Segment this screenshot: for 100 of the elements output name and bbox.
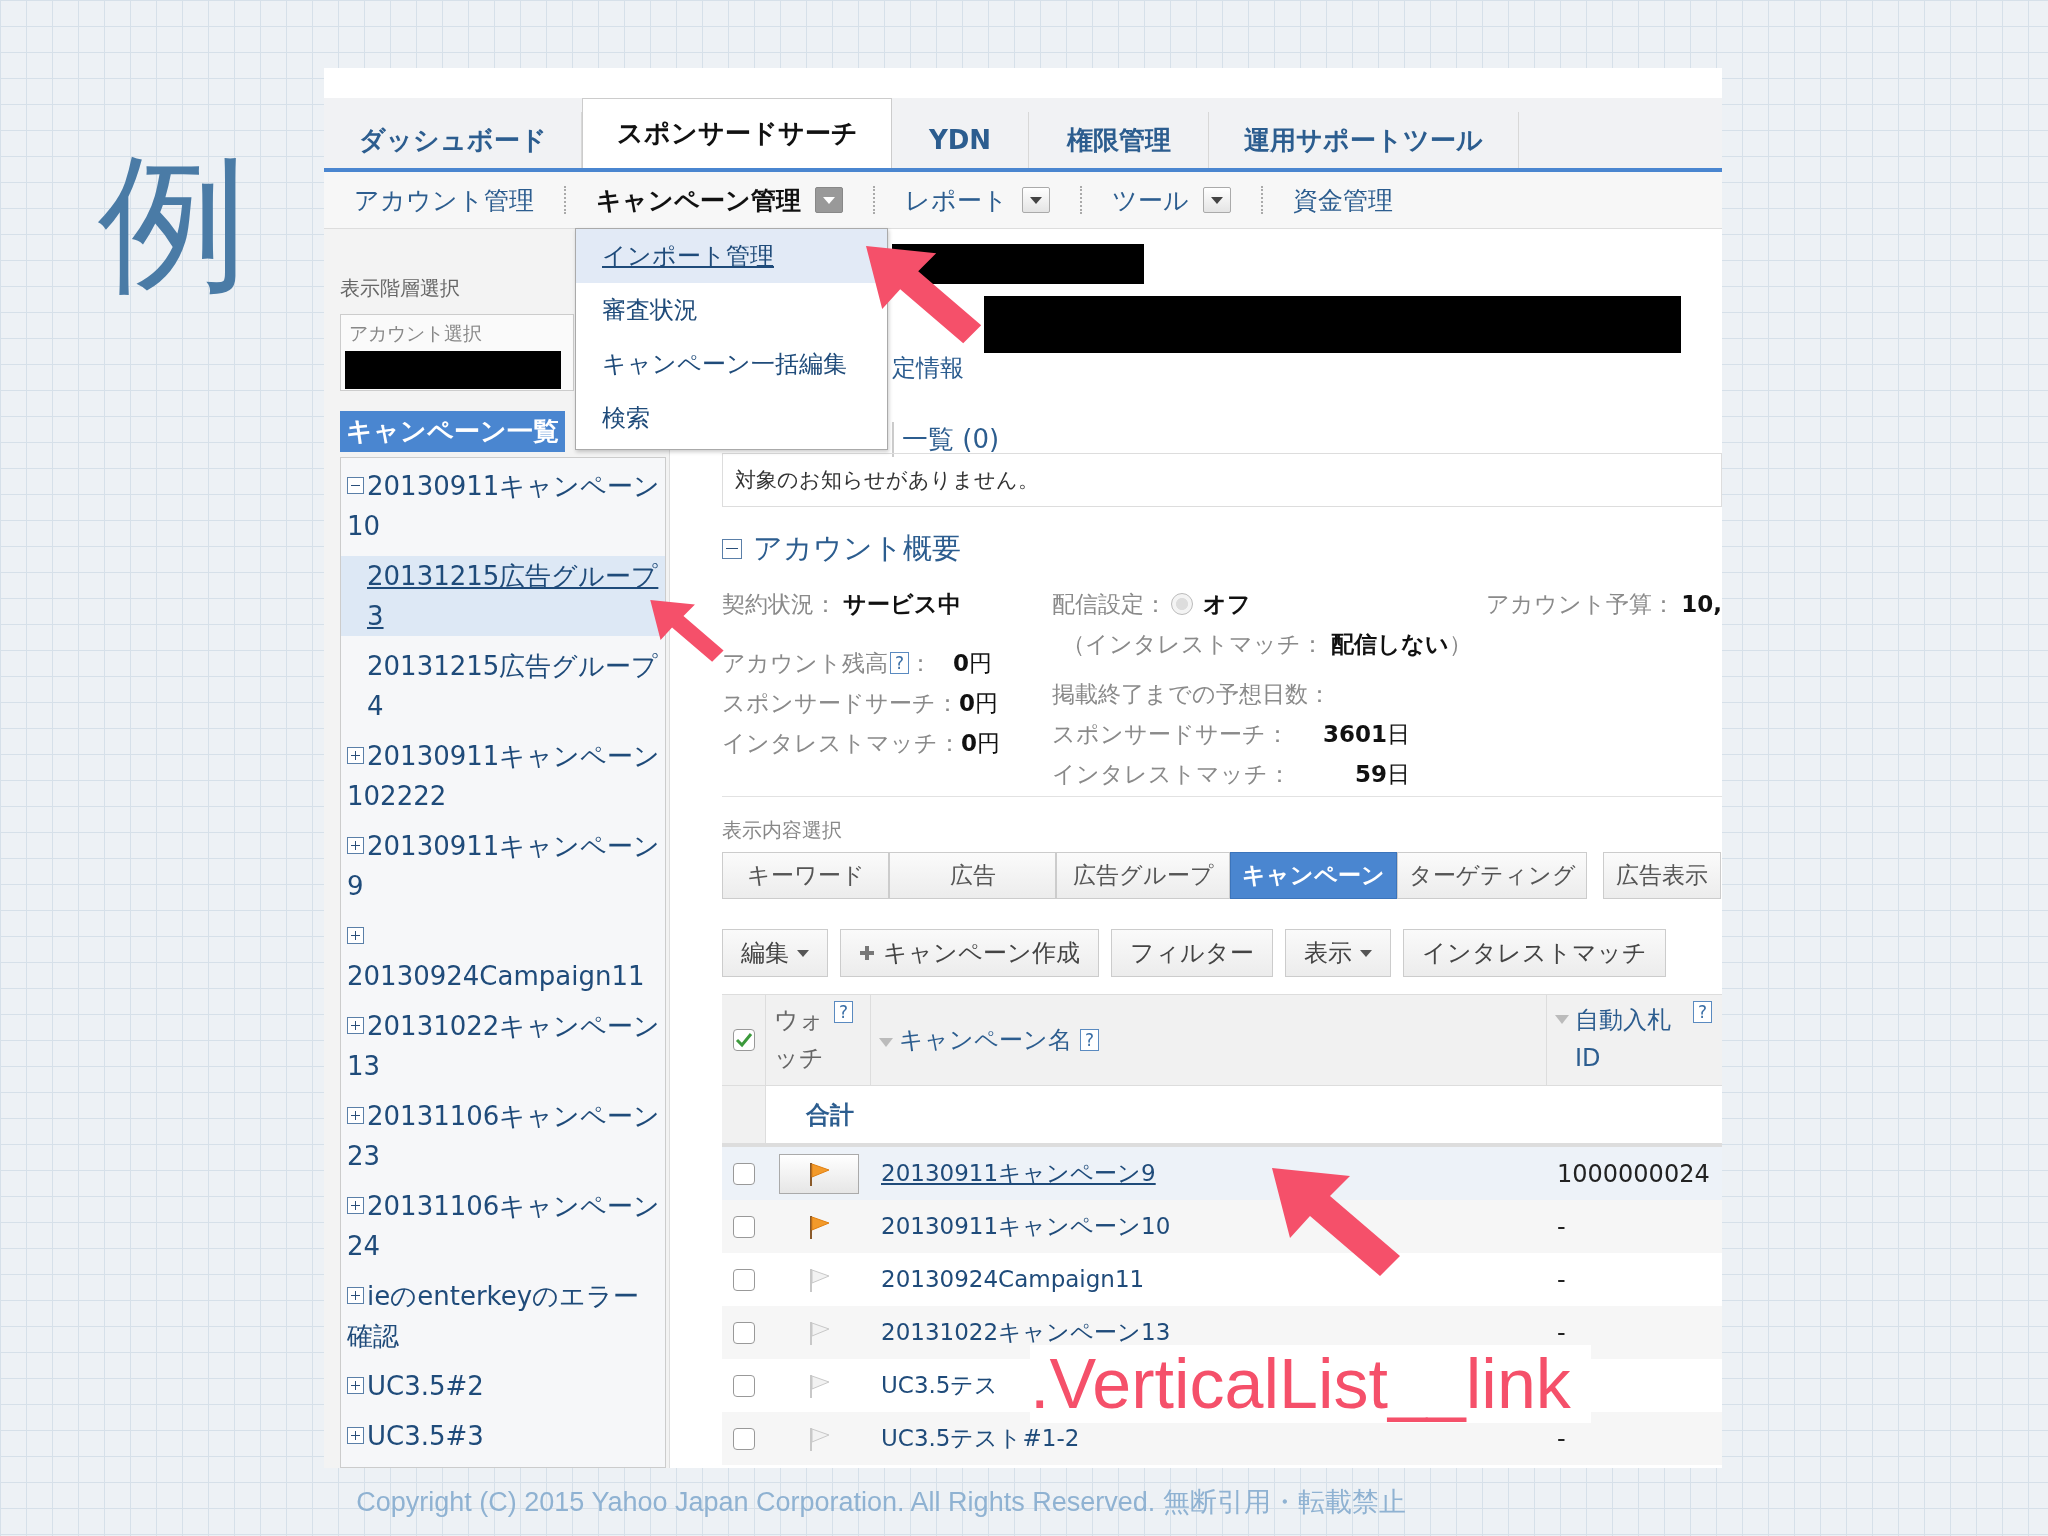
- tree-item[interactable]: 20131106キャンペーン23: [341, 1096, 665, 1176]
- field-label: アカウント残高: [722, 648, 888, 678]
- collapse-toggle[interactable]: [722, 539, 742, 559]
- help-icon[interactable]: ?: [890, 652, 910, 674]
- expand-toggle[interactable]: [347, 837, 364, 854]
- field-value: 10,: [1681, 591, 1722, 617]
- field-label: スポンサードサーチ：: [722, 688, 959, 718]
- column-header[interactable]: 自動入札 ID ?: [1547, 995, 1722, 1085]
- tree-item[interactable]: 20130911キャンペーン102222: [341, 736, 665, 816]
- checkbox[interactable]: [732, 1029, 755, 1051]
- checkbox[interactable]: [733, 1162, 755, 1185]
- tree-item[interactable]: 20131215広告グループ4: [341, 646, 665, 726]
- field-label: インタレストマッチ：: [1052, 759, 1292, 789]
- checkbox[interactable]: [733, 1374, 755, 1397]
- section-label: 表示内容選択: [722, 817, 843, 844]
- field-value: オフ: [1203, 589, 1251, 619]
- expand-toggle[interactable]: [347, 1427, 364, 1444]
- toolbar-button[interactable]: キャンペーン作成: [840, 929, 1099, 977]
- expand-toggle[interactable]: [347, 1017, 364, 1034]
- toolbar-button[interactable]: インタレストマッチ: [1403, 929, 1666, 977]
- field-value: 0円: [959, 688, 998, 718]
- expand-toggle[interactable]: [347, 927, 364, 944]
- view-tab[interactable]: キャンペーン: [1230, 852, 1397, 899]
- dropdown-toggle[interactable]: [815, 187, 843, 213]
- checkbox[interactable]: [733, 1215, 755, 1238]
- table-cell: -: [1557, 1212, 1566, 1241]
- sub-nav-link[interactable]: レポート: [905, 183, 1008, 217]
- help-icon[interactable]: ?: [834, 1001, 854, 1023]
- tree-item[interactable]: 20130924Campaign11: [341, 916, 665, 996]
- caret-icon: [797, 949, 809, 957]
- sub-nav-link[interactable]: アカウント管理: [354, 183, 534, 217]
- view-tab[interactable]: 広告グループ: [1056, 852, 1230, 899]
- tree-item[interactable]: ieのenterkeyのエラー確認: [341, 1276, 665, 1356]
- column-title: 自動入札 ID: [1575, 1005, 1672, 1074]
- field-label: アカウント予算：: [1486, 589, 1676, 619]
- table-cell: 1000000024: [1557, 1159, 1710, 1188]
- tree-item[interactable]: 20131215広告グループ3: [341, 556, 665, 636]
- field-label: 配信設定：: [1052, 589, 1167, 619]
- table-cell: -: [1557, 1265, 1566, 1294]
- help-icon[interactable]: ?: [1693, 1001, 1713, 1023]
- field-label: アカウント選択: [349, 321, 483, 346]
- tree-item[interactable]: 20130911キャンペーン10: [341, 466, 665, 546]
- campaign-link[interactable]: 20131022キャンペーン13: [881, 1319, 1171, 1345]
- column-header[interactable]: ウォッチ ?: [766, 995, 871, 1085]
- field-value: 59日: [1354, 759, 1410, 789]
- checkbox[interactable]: [733, 1321, 755, 1344]
- field-value: サービス中: [843, 589, 961, 619]
- nav-tab[interactable]: YDN: [892, 112, 1029, 168]
- tree-item[interactable]: 20130911キャンペーン9: [341, 826, 665, 906]
- menu-item[interactable]: インポート管理: [576, 229, 887, 283]
- checkbox[interactable]: [733, 1427, 755, 1450]
- copyright-notice: Copyright (C) 2015 Yahoo Japan Corporation. All Rights Reserved. 無断引用・転載禁止: [356, 1486, 1406, 1519]
- field-value: 0円: [961, 728, 1000, 758]
- caret-icon: [1360, 949, 1372, 957]
- view-tab[interactable]: キーワード: [722, 852, 889, 899]
- menu-item[interactable]: 検索: [576, 391, 887, 445]
- sub-nav-link[interactable]: キャンペーン管理: [596, 183, 801, 217]
- field-label: ：: [909, 648, 933, 678]
- dropdown-toggle[interactable]: [1022, 187, 1050, 213]
- sub-nav-link[interactable]: 資金管理: [1293, 183, 1393, 217]
- tree-item[interactable]: UC3.5#2: [341, 1366, 665, 1406]
- menu-item[interactable]: キャンペーン一括編集: [576, 337, 887, 391]
- slide-title: 例: [98, 148, 248, 298]
- view-tab[interactable]: ターゲティング: [1397, 852, 1587, 899]
- expand-toggle[interactable]: [347, 477, 364, 494]
- campaign-link[interactable]: 20130911キャンペーン9: [881, 1160, 1156, 1186]
- nav-tab[interactable]: 運用サポートツール: [1209, 112, 1519, 168]
- checkbox[interactable]: [733, 1268, 755, 1291]
- campaign-link[interactable]: 20130924Campaign11: [881, 1266, 1145, 1292]
- toolbar-button[interactable]: フィルター: [1111, 929, 1273, 977]
- field-note: （インタレストマッチ： 配信しない）: [1061, 629, 1473, 659]
- campaign-link[interactable]: UC3.5テス: [881, 1372, 999, 1398]
- notice-tab[interactable]: 一覧 (0): [902, 424, 1000, 454]
- column-header[interactable]: キャンペーン名 ?: [871, 995, 1547, 1085]
- nav-tab[interactable]: 権限管理: [1029, 112, 1209, 168]
- expand-toggle[interactable]: [347, 1197, 364, 1214]
- help-icon[interactable]: ?: [1080, 1029, 1100, 1051]
- menu-item[interactable]: 審査状況: [576, 283, 887, 337]
- sub-nav-link[interactable]: ツール: [1112, 183, 1189, 217]
- view-tab[interactable]: 広告: [889, 852, 1056, 899]
- view-tab[interactable]: 広告表示: [1603, 852, 1721, 899]
- field-label: 契約状況：: [722, 589, 837, 619]
- field-label: 掲載終了までの予想日数：: [1052, 679, 1331, 709]
- dropdown-toggle[interactable]: [1203, 187, 1231, 213]
- expand-toggle[interactable]: [347, 747, 364, 764]
- expand-toggle[interactable]: [347, 1107, 364, 1124]
- total-label: 合計: [805, 1099, 854, 1131]
- radio-button[interactable]: [1171, 593, 1193, 615]
- expand-toggle[interactable]: [347, 1377, 364, 1394]
- tree-item[interactable]: UC3.5#3: [341, 1416, 665, 1456]
- nav-tab[interactable]: スポンサードサーチ: [582, 98, 892, 168]
- expand-toggle[interactable]: [347, 1287, 364, 1304]
- toolbar-button[interactable]: 編集: [722, 929, 828, 977]
- toolbar-button[interactable]: 表示: [1285, 929, 1391, 977]
- section-label: 定情報: [892, 354, 964, 382]
- column-title: ウォッチ: [774, 1005, 825, 1074]
- campaign-link[interactable]: 20130911キャンペーン10: [881, 1213, 1171, 1239]
- notice-message: 対象のお知らせがありません。: [722, 453, 1722, 507]
- campaign-link[interactable]: UC3.5テスト#1-2: [881, 1425, 1080, 1451]
- tree-item[interactable]: 20131022キャンペーン13: [341, 1006, 665, 1086]
